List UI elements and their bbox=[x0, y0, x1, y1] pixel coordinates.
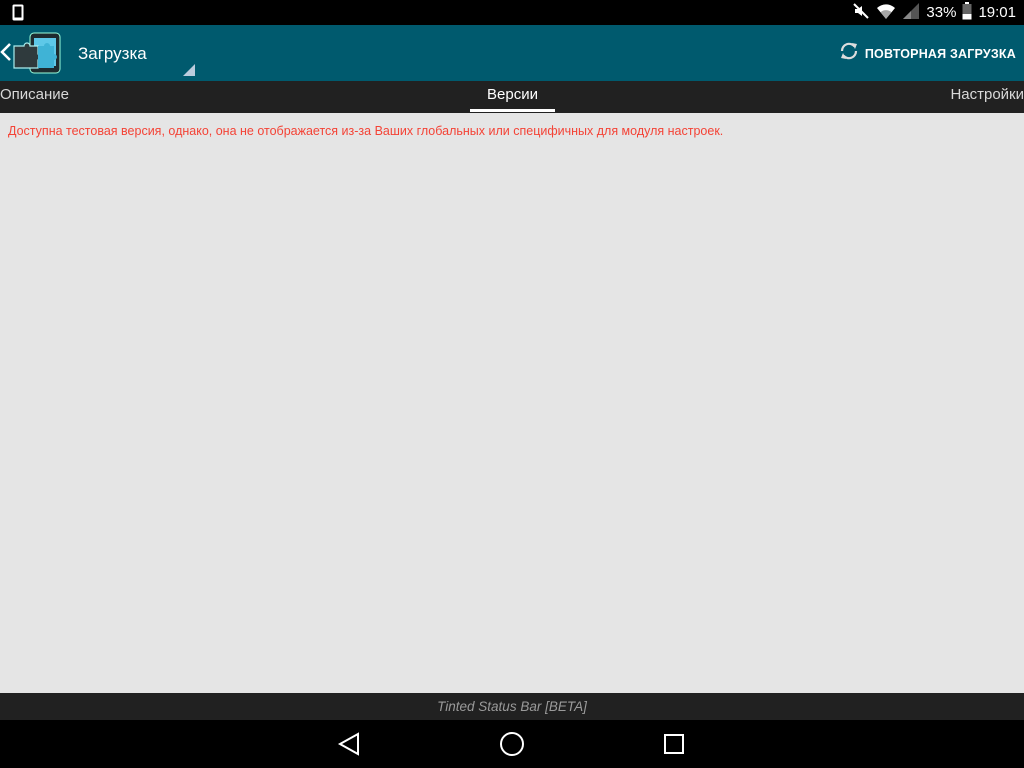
tab-description[interactable]: Описание bbox=[0, 86, 69, 103]
tab-settings[interactable]: Настройки bbox=[950, 86, 1024, 103]
mute-icon bbox=[852, 2, 870, 24]
refresh-icon bbox=[837, 39, 861, 68]
beta-hidden-warning: Доступна тестовая версия, однако, она не… bbox=[8, 124, 724, 138]
navigation-bar bbox=[0, 720, 1024, 768]
status-bar: 33% 19:01 bbox=[0, 0, 1024, 25]
clock: 19:01 bbox=[978, 4, 1016, 21]
info-bar: Tinted Status Bar [BETA] bbox=[0, 693, 1024, 720]
dropdown-triangle-icon[interactable] bbox=[183, 63, 195, 81]
home-icon[interactable] bbox=[498, 731, 526, 762]
tab-bar: Описание Версии Настройки bbox=[0, 81, 1024, 113]
wifi-icon bbox=[876, 2, 896, 24]
info-bar-text: Tinted Status Bar [BETA] bbox=[437, 699, 587, 714]
page-title[interactable]: Загрузка bbox=[78, 44, 147, 64]
versions-content: Доступна тестовая версия, однако, она не… bbox=[0, 113, 1024, 693]
signal-icon bbox=[902, 2, 920, 24]
tablet-icon bbox=[12, 4, 24, 25]
tab-selected-indicator bbox=[470, 109, 555, 112]
xposed-app-icon[interactable] bbox=[10, 32, 62, 79]
battery-icon bbox=[962, 1, 972, 24]
retry-download-button[interactable]: ПОВТОРНАЯ ЗАГРУЗКА bbox=[837, 39, 1016, 68]
status-icons: 33% 19:01 bbox=[852, 1, 1016, 24]
action-bar: Загрузка ПОВТОРНАЯ ЗАГРУЗКА bbox=[0, 25, 1024, 81]
battery-percent: 33% bbox=[926, 4, 957, 21]
recents-icon[interactable] bbox=[661, 731, 687, 762]
retry-download-label: ПОВТОРНАЯ ЗАГРУЗКА bbox=[864, 46, 1016, 61]
tab-versions[interactable]: Версии bbox=[470, 86, 555, 103]
back-icon[interactable] bbox=[336, 731, 362, 762]
